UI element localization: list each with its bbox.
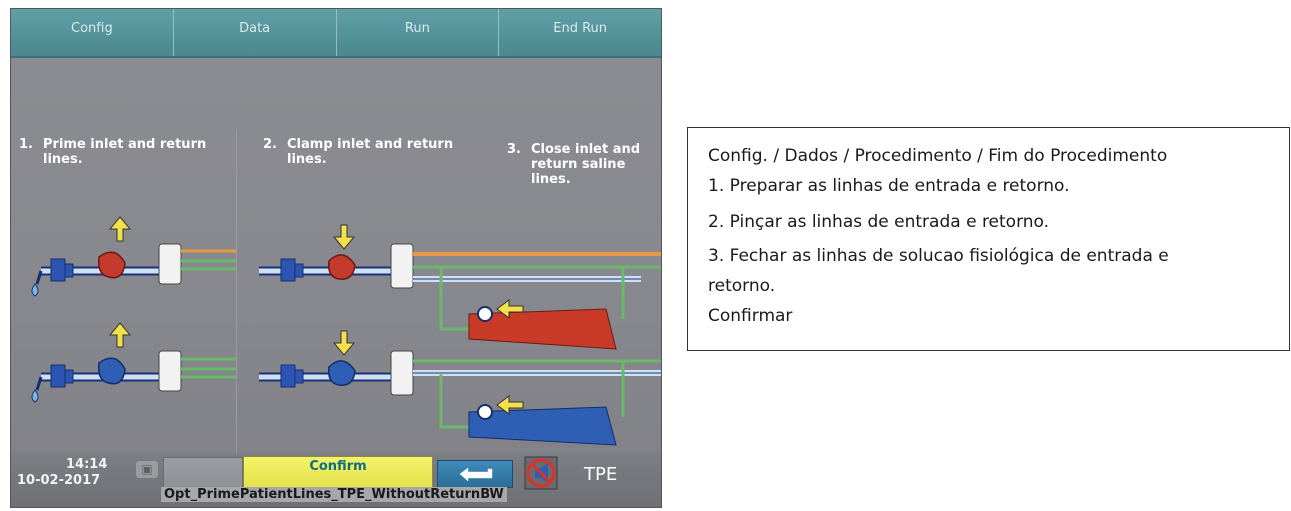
back-button[interactable] [437, 460, 513, 488]
translation-line-6: Confirmar [708, 306, 793, 326]
line-diagram [31, 216, 661, 446]
translation-line-1: Config. / Dados / Procedimento / Fim do … [708, 146, 1168, 166]
translation-box: Config. / Dados / Procedimento / Fim do … [687, 127, 1290, 351]
panel-1-inlet-line [31, 216, 236, 297]
translation-line-2: 1. Preparar as linhas de entrada e retor… [708, 176, 1070, 196]
clock-date: 10-02-2017 [17, 473, 101, 488]
translation-line-5: retorno. [708, 276, 776, 296]
confirm-button[interactable]: Confirm [243, 456, 433, 488]
no-sound-icon [524, 456, 558, 490]
clock-time: 14:14 [66, 457, 108, 472]
back-arrow-icon [459, 467, 493, 482]
no-sound-button[interactable] [524, 456, 558, 490]
camera-icon[interactable]: ▣ [136, 461, 158, 478]
procedure-mode: TPE [584, 464, 618, 485]
status-bar: 14:14 10-02-2017 ▣ Confirm TPE Opt_Prime… [11, 453, 661, 507]
message-field [163, 457, 243, 488]
screen-id-label: Opt_PrimePatientLines_TPE_WithoutReturnB… [161, 487, 507, 502]
panel-2-inlet-line [259, 224, 661, 350]
device-screen: Config Data Run End Run 1. Prime inlet a… [10, 8, 662, 508]
translation-line-4: 3. Fechar as linhas de solucao fisiológi… [708, 246, 1169, 266]
panel-1-return-line [31, 322, 236, 403]
translation-line-3: 2. Pinçar as linhas de entrada e retorno… [708, 212, 1050, 232]
